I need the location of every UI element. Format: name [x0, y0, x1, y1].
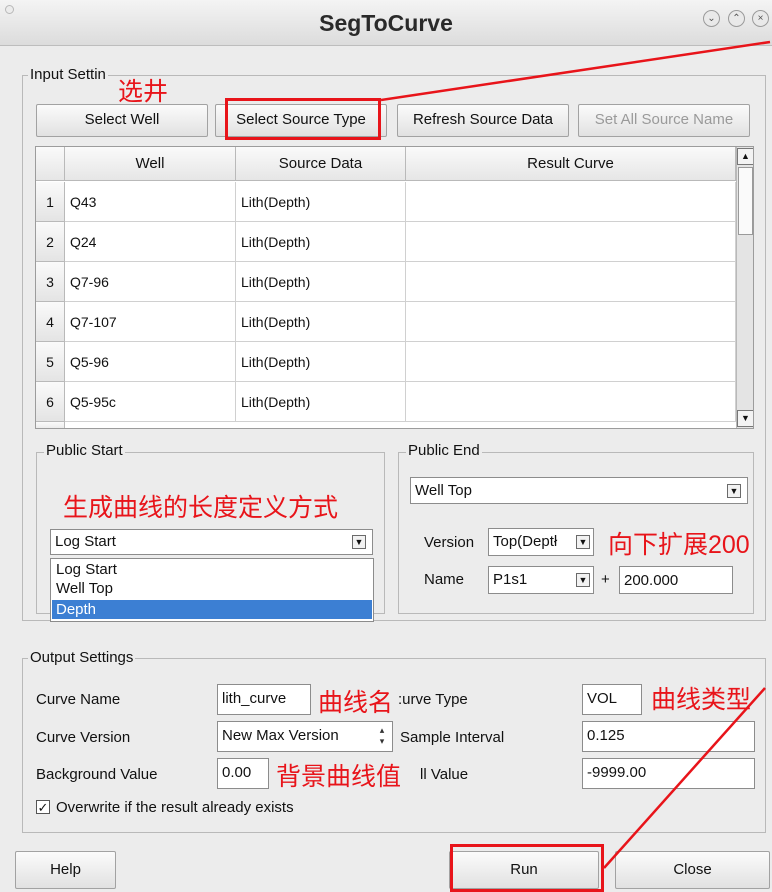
arrow-line-source-type	[380, 40, 771, 102]
annotation-arrows	[380, 40, 771, 869]
arrow-line-run	[603, 687, 766, 869]
